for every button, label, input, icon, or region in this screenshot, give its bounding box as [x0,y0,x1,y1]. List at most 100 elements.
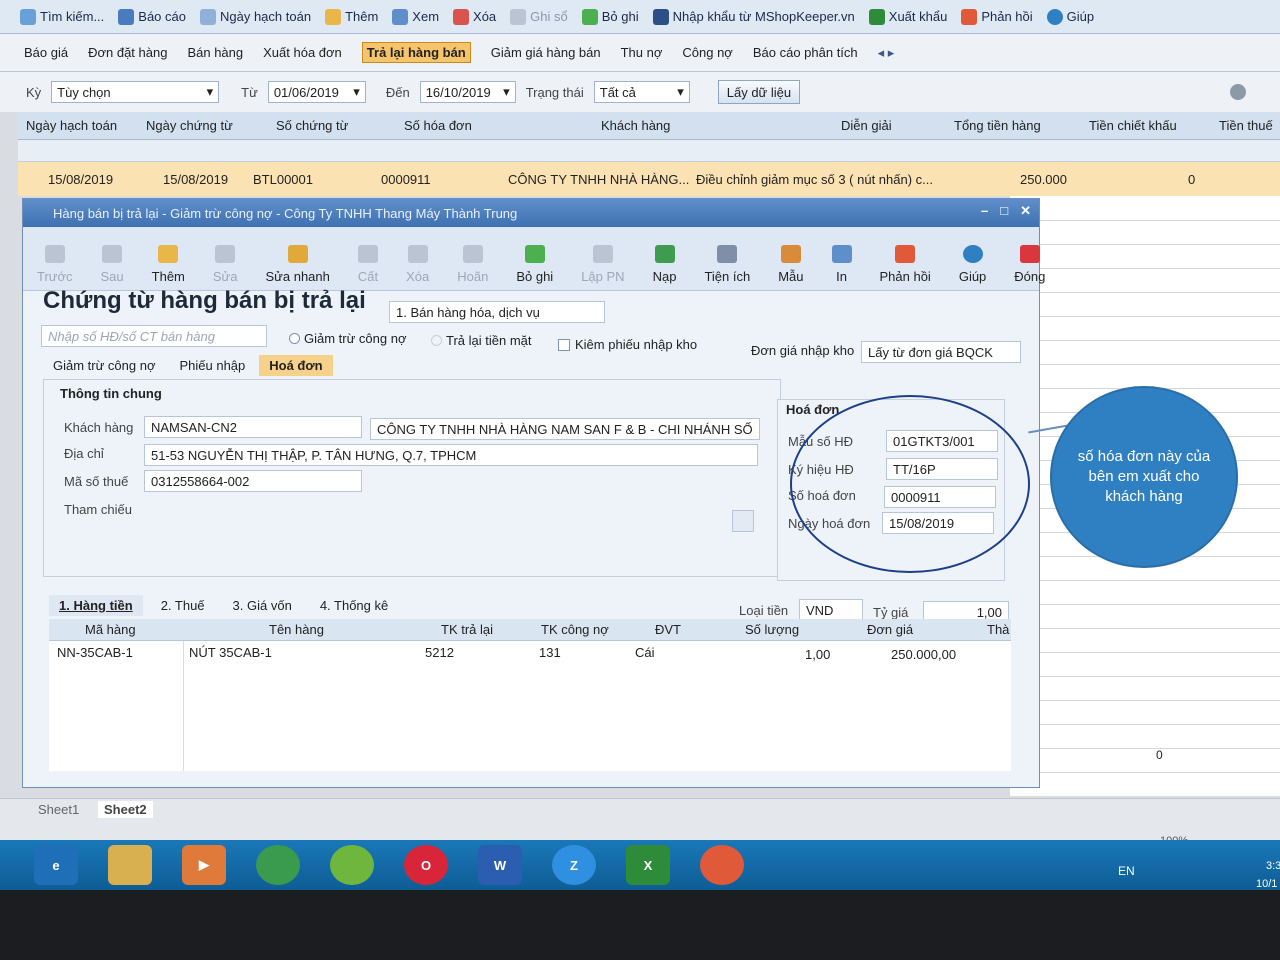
to-date-input[interactable]: 16/10/2019 ▾ [419,81,516,103]
stock-receipt-checkbox[interactable]: Kiêm phiếu nhập kho [558,337,697,352]
tab-analysis-report[interactable]: Báo cáo phân tích [753,45,858,60]
tab-scroll-arrows[interactable]: ◂ ▸ [878,45,895,61]
posting-date-button[interactable]: Ngày hạch toán [199,8,311,25]
import-button[interactable]: Nhập khẩu từ MShopKeeper.vn [652,8,855,25]
col-amount[interactable]: Thà [987,622,1009,637]
clock-date[interactable]: 10/1 [1256,878,1277,890]
tab-order[interactable]: Đơn đặt hàng [88,45,167,60]
tab-invoice[interactable]: Xuất hóa đơn [263,45,342,60]
col-code[interactable]: Mã hàng [85,622,136,637]
dlg-unrecord-button[interactable]: Bỏ ghi [516,245,553,284]
col-price[interactable]: Đơn giá [867,622,913,637]
close-button[interactable]: Đóng [1014,245,1045,284]
reduce-debt-radio[interactable]: Giảm trừ công nợ [289,331,406,346]
sales-ref-input[interactable]: Nhập số HĐ/số CT bán hàng [41,325,267,347]
export-button[interactable]: Xuất khẩu [868,8,947,25]
detail-row[interactable]: NN-35CAB-1 NÚT 35CAB-1 5212 131 Cái 1,00… [49,641,1011,665]
misa-icon[interactable] [700,845,744,885]
folder-icon[interactable] [108,845,152,885]
col-acc-return[interactable]: TK trả lại [441,622,493,637]
template-button[interactable]: Mẫu [778,245,804,284]
tab-stats[interactable]: 4. Thống kê [310,595,398,616]
chrome-icon[interactable] [256,845,300,885]
from-date-input[interactable]: 01/06/2019 ▾ [267,81,366,103]
dlg-add-button[interactable]: Thêm [152,245,185,284]
postpone-button[interactable]: Hoãn [457,245,488,284]
customer-name-input[interactable]: CÔNG TY TNHH NHÀ HÀNG NAM SAN F & B - CH… [370,418,760,440]
col-invoice-no[interactable]: Số hóa đơn [396,118,551,133]
col-unit[interactable]: ĐVT [655,622,681,637]
dlg-feedback-button[interactable]: Phản hồi [880,245,931,284]
unrecord-button[interactable]: Bỏ ghi [581,8,639,25]
create-receipt-button[interactable]: Lập PN [581,245,625,284]
utility-button[interactable]: Tiện ích [704,245,750,284]
ie-icon[interactable]: e [34,845,78,885]
zalo-icon[interactable]: Z [552,845,596,885]
address-input[interactable]: 51-53 NGUYỄN THỊ THẬP, P. TÂN HƯNG, Q.7,… [144,444,758,466]
language-indicator[interactable]: EN [1118,864,1135,878]
tab-sales-discount[interactable]: Giảm giá hàng bán [491,45,601,60]
col-posting-date[interactable]: Ngày hạch toán [18,118,138,133]
col-tax[interactable]: Tiền thuế [1211,118,1273,133]
excel-icon[interactable]: X [626,845,670,885]
col-qty[interactable]: Số lượng [745,622,799,637]
col-total[interactable]: Tổng tiền hàng [946,118,1081,133]
tab-reduce-debt[interactable]: Giảm trừ công nợ [43,355,165,376]
minimize-icon[interactable]: – [981,203,988,219]
reference-search-icon[interactable] [732,510,754,532]
col-acc-debt[interactable]: TK công nợ [541,622,609,637]
tab-receipt[interactable]: Phiếu nhập [169,355,255,376]
prev-button[interactable]: Trước [37,245,73,284]
search-button[interactable]: Tìm kiếm... [20,8,104,25]
save-button[interactable]: Cất [358,245,378,284]
dlg-help-button[interactable]: Giúp [959,245,986,284]
next-button[interactable]: Sau [101,245,124,284]
tab-cost[interactable]: 3. Giá vốn [223,595,302,616]
record-button[interactable]: Ghi sổ [510,8,568,25]
feedback-button[interactable]: Phản hồi [961,8,1033,25]
tax-input[interactable]: 0312558664-002 [144,470,362,492]
return-cash-radio[interactable]: Trả lại tiền mặt [431,333,532,348]
tab-goods[interactable]: 1. Hàng tiền [49,595,143,616]
sheet-tab-2[interactable]: Sheet2 [98,801,153,818]
price-select[interactable]: Lấy từ đơn giá BQCK [861,341,1021,363]
tab-debt[interactable]: Công nợ [682,45,732,60]
help-button[interactable]: Giúp [1046,8,1094,25]
col-description[interactable]: Diễn giải [771,118,946,133]
tab-sales-return[interactable]: Trả lại hàng bán [361,42,471,63]
type-select[interactable]: 1. Bán hàng hóa, dịch vụ [389,301,605,323]
load-button[interactable]: Nạp [653,245,676,284]
status-select[interactable]: Tất cả ▾ [593,81,690,103]
maximize-icon[interactable]: □ [1000,203,1008,219]
gear-icon[interactable] [1230,84,1247,100]
tab-collect-debt[interactable]: Thu nợ [621,45,663,60]
dlg-edit-button[interactable]: Sửa [213,245,238,284]
tab-quote[interactable]: Báo giá [24,45,68,60]
list-row[interactable]: 15/08/2019 15/08/2019 BTL00001 0000911 C… [18,162,1280,196]
period-select[interactable]: Tùy chọn ▾ [51,81,220,103]
tab-sale[interactable]: Bán hàng [187,45,243,60]
col-discount[interactable]: Tiền chiết khấu [1081,118,1211,133]
dialog-titlebar[interactable]: Hàng bán bị trả lại - Giảm trừ công nợ -… [23,199,1039,227]
report-button[interactable]: Báo cáo [118,8,186,25]
view-button[interactable]: Xem [392,8,439,25]
fetch-data-button[interactable]: Lấy dữ liệu [717,80,801,104]
tab-invoice[interactable]: Hoá đơn [259,355,333,376]
col-name[interactable]: Tên hàng [269,622,324,637]
quick-edit-button[interactable]: Sửa nhanh [266,245,330,284]
tab-tax[interactable]: 2. Thuế [151,595,215,616]
sheet-tab-1[interactable]: Sheet1 [32,801,85,818]
close-icon[interactable]: ✕ [1020,203,1031,219]
delete-button[interactable]: Xóa [453,8,496,25]
dlg-delete-button[interactable]: Xóa [406,245,429,284]
print-button[interactable]: In [831,245,852,284]
add-button[interactable]: Thêm [325,8,378,25]
word-icon[interactable]: W [478,845,522,885]
list-filter-row[interactable] [18,140,1280,162]
col-customer[interactable]: Khách hàng [551,118,771,133]
customer-code-input[interactable]: NAMSAN-CN2 [144,416,362,438]
opera-icon[interactable]: O [404,845,448,885]
app-icon[interactable] [330,845,374,885]
col-doc-no[interactable]: Số chứng từ [268,118,396,133]
clock-time[interactable]: 3:3 [1266,860,1280,872]
